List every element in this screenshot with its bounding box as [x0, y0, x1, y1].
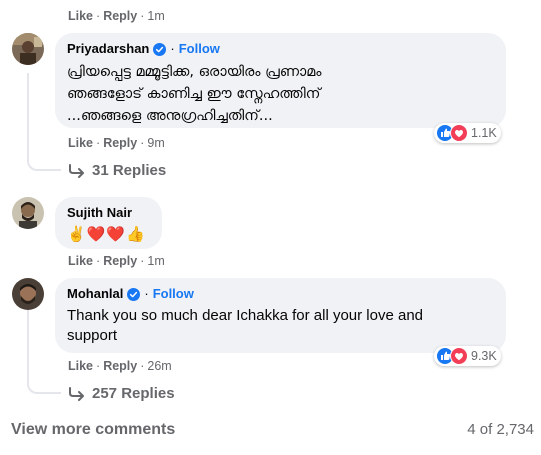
comment-time[interactable]: 9m: [147, 136, 164, 150]
reply-button[interactable]: Reply: [103, 254, 137, 268]
love-reaction-icon: [450, 124, 468, 142]
thread-connector: [27, 150, 61, 171]
like-button[interactable]: Like: [68, 136, 93, 150]
comment-actions: Like · Reply · 26m: [68, 359, 172, 373]
comment-page-count: 4 of 2,734: [467, 421, 534, 438]
comment-bubble: Sujith Nair ✌️❤️❤️👍: [55, 197, 162, 249]
reaction-count[interactable]: 1.1K: [434, 123, 501, 143]
comment-time[interactable]: 26m: [147, 359, 171, 373]
follow-button[interactable]: Follow: [179, 41, 220, 57]
like-button[interactable]: Like: [68, 359, 93, 373]
author-name[interactable]: Sujith Nair: [67, 205, 132, 221]
avatar[interactable]: [12, 278, 44, 310]
verified-badge-icon: [127, 287, 141, 301]
follow-button[interactable]: Follow: [153, 286, 194, 302]
comment-bubble: Mohanlal · Follow Thank you so much dear…: [55, 278, 506, 353]
author-name[interactable]: Priyadarshan: [67, 41, 149, 57]
comment-bubble: Priyadarshan · Follow പ്രിയപ്പെട്ട മമ്മൂ…: [55, 33, 506, 128]
thread-connector: [27, 372, 61, 394]
comment-text: ✌️❤️❤️👍: [67, 226, 146, 243]
comment-text: പ്രിയപ്പെട്ട മമ്മൂട്ടിക്ക, ഒരായിരം പ്രണാ…: [67, 64, 322, 124]
thread-line: [27, 73, 29, 160]
like-button[interactable]: Like: [68, 9, 93, 23]
reply-arrow-icon: [69, 386, 84, 401]
thread-line: [27, 310, 29, 378]
avatar[interactable]: [12, 197, 44, 229]
reply-button[interactable]: Reply: [103, 9, 137, 23]
verified-badge-icon: [153, 42, 167, 56]
comment-actions: Like · Reply · 1m: [68, 254, 165, 268]
reaction-count[interactable]: 9.3K: [434, 346, 501, 366]
comment-actions: Like · Reply · 9m: [68, 136, 165, 150]
like-button[interactable]: Like: [68, 254, 93, 268]
reply-button[interactable]: Reply: [103, 136, 137, 150]
comment-text: Thank you so much dear Ichakka for all y…: [67, 307, 424, 344]
comment-time[interactable]: 1m: [147, 9, 164, 23]
reply-arrow-icon: [69, 163, 84, 178]
author-name[interactable]: Mohanlal: [67, 286, 123, 302]
view-more-comments-link[interactable]: View more comments: [11, 421, 175, 439]
avatar[interactable]: [12, 33, 44, 65]
view-replies-button[interactable]: 257 Replies: [68, 385, 175, 402]
love-reaction-icon: [450, 347, 468, 365]
view-replies-button[interactable]: 31 Replies: [68, 162, 166, 179]
comment-time[interactable]: 1m: [147, 254, 164, 268]
reply-button[interactable]: Reply: [103, 359, 137, 373]
comment-actions: Like · Reply · 1m: [68, 9, 165, 23]
